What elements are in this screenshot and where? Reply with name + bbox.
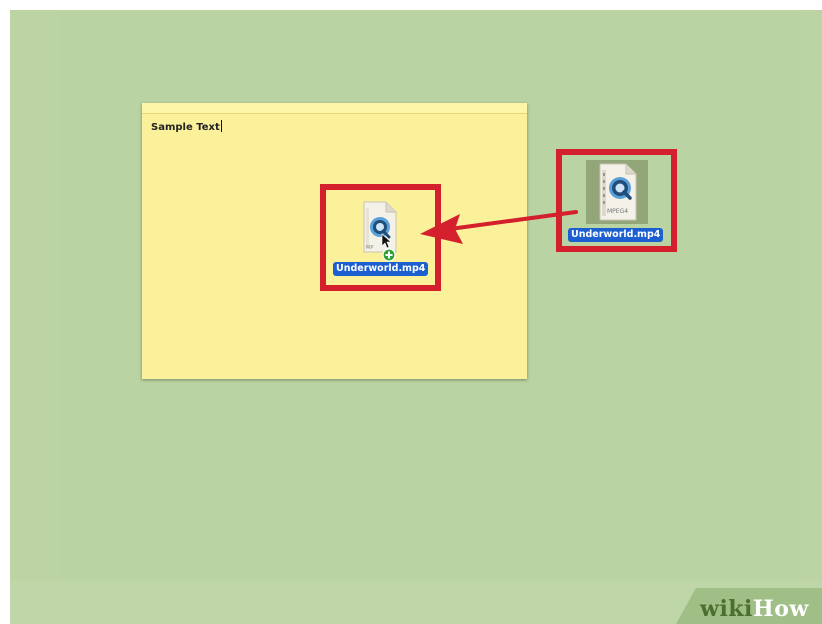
sticky-note-text: Sample Text xyxy=(151,122,220,133)
dragged-file-name[interactable]: Underworld.mp4 xyxy=(333,262,429,276)
sticky-note-text-area[interactable]: Sample Text xyxy=(151,120,222,133)
wikihow-watermark: wikiHow xyxy=(700,596,809,622)
sticky-note-titlebar[interactable] xyxy=(142,103,527,114)
watermark-how: How xyxy=(752,596,809,622)
text-caret xyxy=(220,120,222,132)
quicktime-mpeg4-file-icon[interactable]: MPEG4 xyxy=(586,160,648,224)
svg-text:MP: MP xyxy=(366,245,373,251)
mpeg4-type-label: MPEG4 xyxy=(607,208,628,215)
quicktime-movie-file-icon[interactable]: MP xyxy=(356,200,406,262)
watermark-wiki: wiki xyxy=(700,596,753,622)
source-file-name[interactable]: Underworld.mp4 xyxy=(568,228,664,242)
